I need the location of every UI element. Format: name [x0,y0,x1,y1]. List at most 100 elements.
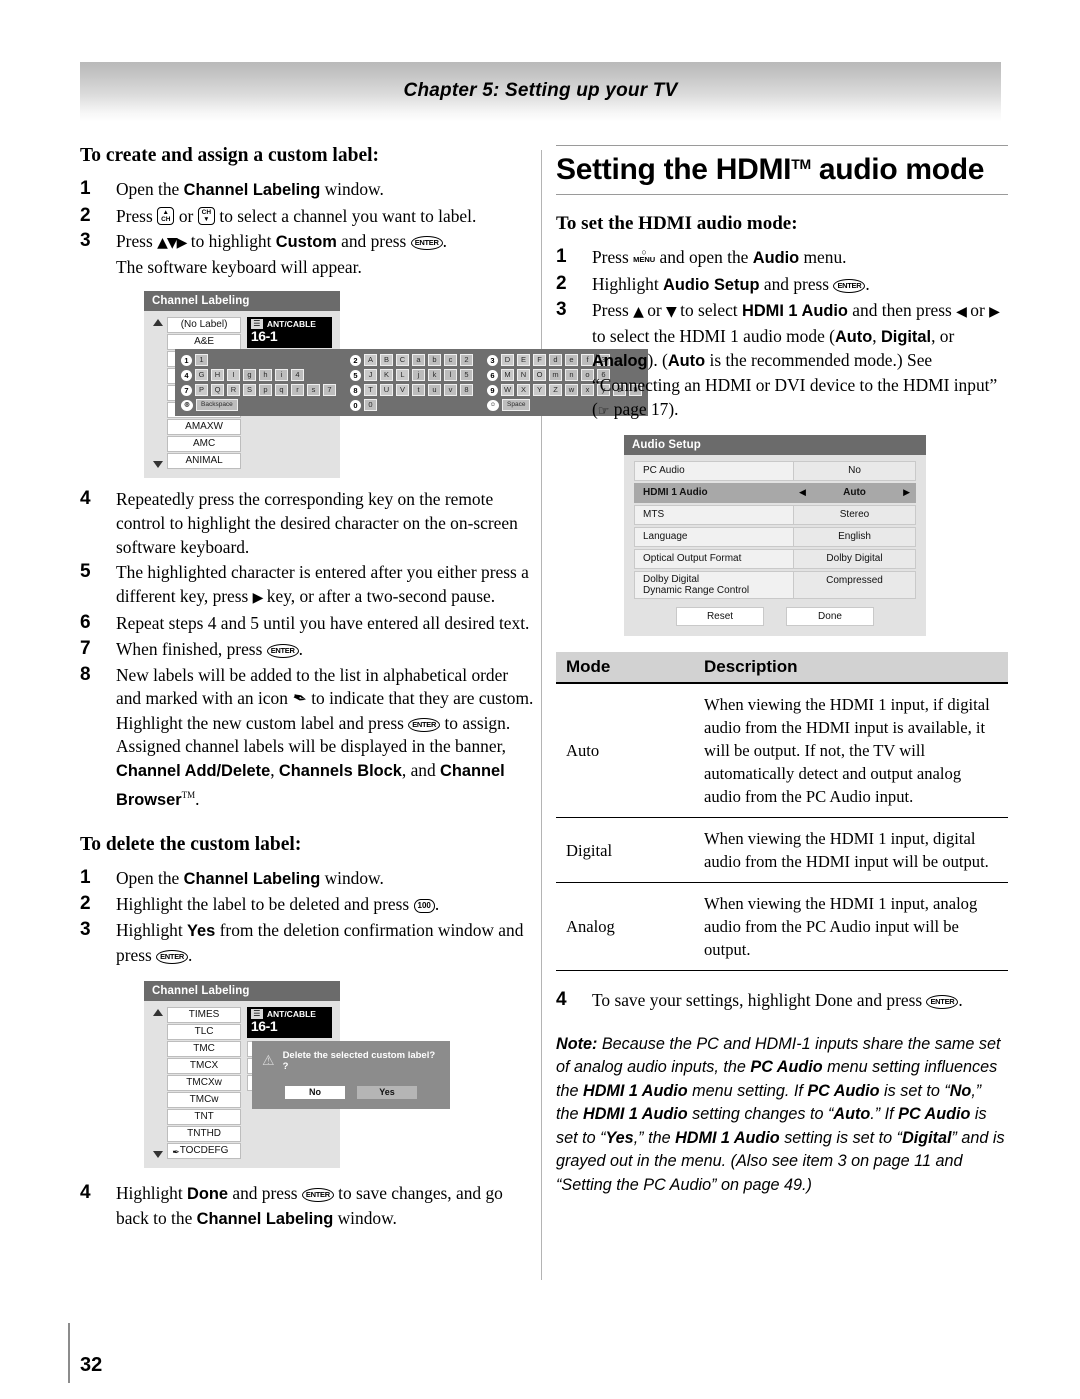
keypad-digit-icon[interactable]: 3 [487,354,498,366]
keyboard-char[interactable]: h [259,369,272,382]
audio-setup-value[interactable]: Dolby Digital [794,549,916,570]
delete-confirm-dialog[interactable]: ⚠ Delete the selected custom label? ? No… [252,1041,450,1110]
audio-setup-row[interactable]: PC Audio No [634,461,916,482]
channel-scroll-arrows[interactable] [152,317,163,470]
keyboard-char[interactable]: 1 [195,354,208,367]
keyboard-char[interactable]: J [364,369,377,382]
audio-setup-value[interactable]: ◀ Auto ▶ [794,483,916,504]
audio-setup-row[interactable]: HDMI 1 Audio ◀ Auto ▶ [634,483,916,504]
channel-list-item[interactable]: TNT [167,1109,241,1126]
keyboard-char[interactable]: L [396,369,409,382]
keyboard-char[interactable]: X [517,384,530,397]
keyboard-key-group[interactable]: 7PQRSpqrs7 [181,384,336,397]
channel-list-item[interactable]: TMC [167,1041,241,1058]
audio-setup-row[interactable]: Dolby Digital Dynamic Range Control Compre… [634,571,916,600]
keypad-digit-icon[interactable]: 2 [350,354,361,366]
audio-setup-value[interactable]: No [794,461,916,482]
keyboard-char[interactable]: D [501,354,514,367]
channel-list-item[interactable]: AMAXW [167,419,241,436]
left-arrow-icon[interactable]: ◀ [799,487,806,499]
keyboard-key-group[interactable]: 2ABCabc2 [350,354,473,367]
channel-label-list-2[interactable]: TIMES TLC TMC TMCX TMCXw TMCw TNT TNTHD ✒ TOCDEFG [167,1007,241,1160]
keyboard-char[interactable]: p [259,384,272,397]
audio-setup-row[interactable]: MTS Stereo [634,505,916,526]
keypad-digit-icon[interactable]: 1 [181,354,192,366]
keyboard-char[interactable]: H [211,369,224,382]
keyboard-char[interactable]: v [444,384,457,397]
keyboard-char[interactable]: B [380,354,393,367]
right-arrow-icon[interactable]: ▶ [903,487,910,499]
audio-setup-value[interactable]: Stereo [794,505,916,526]
scroll-down-icon-2[interactable] [153,1151,163,1159]
keyboard-char[interactable]: K [380,369,393,382]
channel-list-item[interactable]: ✒ TOCDEFG [167,1143,241,1160]
keyboard-char[interactable]: 8 [460,384,473,397]
keyboard-backspace[interactable]: Backspace [196,399,238,412]
keypad-digit-icon[interactable]: 7 [181,384,192,396]
keypad-digit-icon[interactable]: 5 [350,369,361,381]
keypad-digit-icon[interactable]: 9 [487,384,498,396]
keypad-digit-icon[interactable]: 0 [350,399,361,411]
keyboard-char[interactable]: b [428,354,441,367]
keyboard-char[interactable]: q [275,384,288,397]
scroll-down-icon[interactable] [153,461,163,469]
keyboard-char[interactable]: A [364,354,377,367]
keypad-digit-icon[interactable]: 6 [487,369,498,381]
keyboard-key-group[interactable]: 5JKLjkl5 [350,369,473,382]
keyboard-char[interactable]: P [195,384,208,397]
keypad-digit-icon[interactable]: ◎ [181,399,193,411]
keyboard-char[interactable]: C [396,354,409,367]
channel-list-item[interactable]: TLC [167,1024,241,1041]
confirm-no-button[interactable]: No [285,1086,345,1100]
keyboard-char[interactable]: g [243,369,256,382]
keyboard-char[interactable]: 7 [323,384,336,397]
keyboard-char[interactable]: t [412,384,425,397]
channel-list-item[interactable]: (No Label) [167,317,241,334]
keypad-cc-icon[interactable]: ☺ [487,399,499,411]
channel-list-item[interactable]: AMC [167,436,241,453]
keyboard-backspace-group[interactable]: ◎ Backspace [181,399,336,412]
keypad-digit-icon[interactable]: 8 [350,384,361,396]
audio-setup-value[interactable]: Compressed [794,571,916,600]
channel-list-item[interactable]: TIMES [167,1007,241,1024]
confirm-yes-button[interactable]: Yes [357,1086,417,1100]
keyboard-key-group[interactable]: 8TUVtuv8 [350,384,473,397]
keyboard-char[interactable]: V [396,384,409,397]
keyboard-key-group[interactable]: 11 [181,354,336,367]
audio-setup-row[interactable]: Language English [634,527,916,548]
keyboard-char[interactable]: E [517,354,530,367]
keyboard-char[interactable]: i [275,369,288,382]
keyboard-char[interactable]: O [533,369,546,382]
keyboard-zero-group[interactable]: 00 [350,399,473,412]
keyboard-char[interactable]: u [428,384,441,397]
keyboard-char[interactable]: T [364,384,377,397]
keyboard-char[interactable]: Y [533,384,546,397]
keyboard-char[interactable]: r [291,384,304,397]
scroll-up-icon[interactable] [153,319,163,327]
channel-list-item[interactable]: TMCXw [167,1075,241,1092]
keyboard-char[interactable]: a [412,354,425,367]
keyboard-char[interactable]: F [533,354,546,367]
keyboard-char[interactable]: Q [211,384,224,397]
keyboard-char[interactable]: I [227,369,240,382]
keyboard-char[interactable]: M [501,369,514,382]
keypad-digit-icon[interactable]: 4 [181,369,192,381]
channel-scroll-arrows-2[interactable] [152,1007,163,1160]
scroll-up-icon-2[interactable] [153,1009,163,1017]
keyboard-char[interactable]: s [307,384,320,397]
channel-list-item[interactable]: TMCX [167,1058,241,1075]
keyboard-char[interactable]: 5 [460,369,473,382]
keyboard-char[interactable]: 4 [291,369,304,382]
channel-list-item[interactable]: TMCw [167,1092,241,1109]
audio-setup-reset-button[interactable]: Reset [676,607,764,627]
keyboard-char[interactable]: j [412,369,425,382]
audio-setup-row[interactable]: Optical Output Format Dolby Digital [634,549,916,570]
keyboard-char[interactable]: 2 [460,354,473,367]
channel-list-item[interactable]: TNTHD [167,1126,241,1143]
keyboard-char[interactable]: N [517,369,530,382]
channel-list-item[interactable]: A&E [167,334,241,351]
channel-list-item[interactable]: ANIMAL [167,453,241,470]
keyboard-key-group[interactable]: 4GHIghi4 [181,369,336,382]
keyboard-char[interactable]: W [501,384,514,397]
keyboard-char[interactable]: c [444,354,457,367]
